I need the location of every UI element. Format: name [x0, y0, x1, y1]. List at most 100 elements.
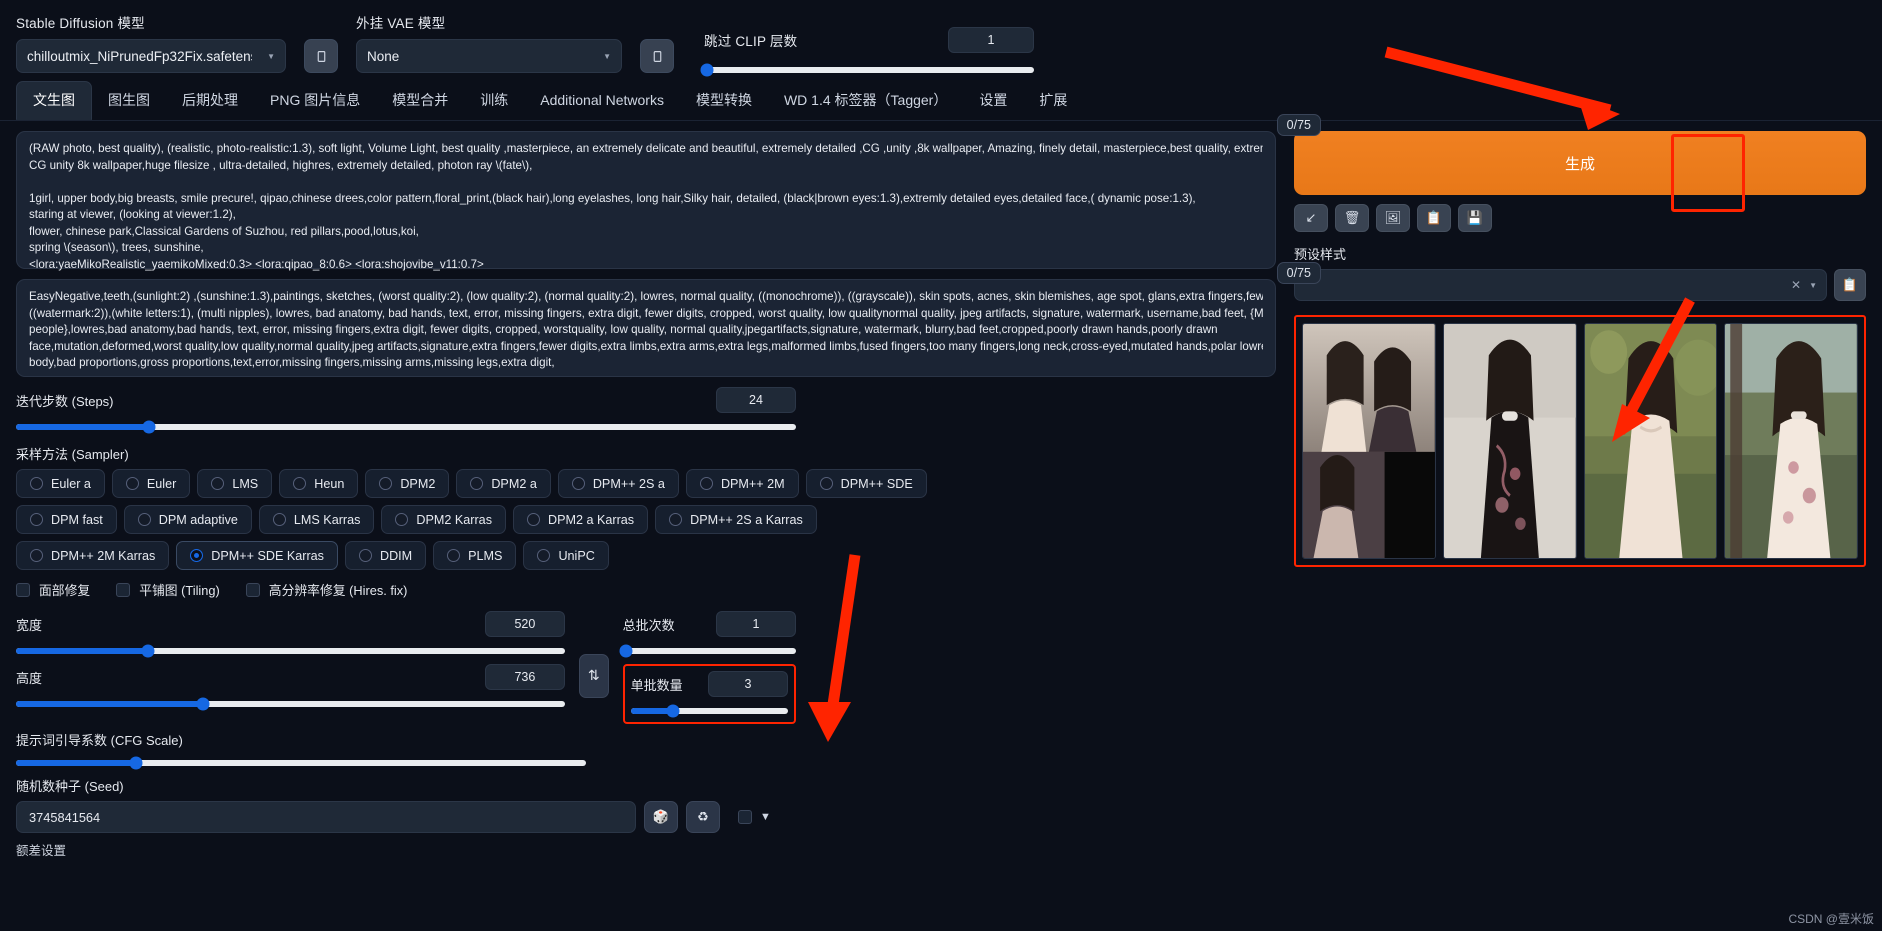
prompt-textarea[interactable]: 0/75 (RAW photo, best quality), (realist…	[16, 114, 1321, 271]
sampler-label-text: UniPC	[558, 548, 595, 563]
show-extra-networks-button[interactable]: 🖼	[1376, 204, 1410, 232]
gallery-thumb-1[interactable]	[1302, 323, 1436, 559]
sampler-ddim[interactable]: DDIM	[344, 541, 427, 570]
sampler-label-text: DPM fast	[51, 512, 103, 527]
recycle-icon: ♻	[697, 809, 709, 824]
sd-model-select[interactable]: chilloutmix_NiPrunedFp32Fix.safetensors …	[16, 39, 286, 73]
batch-size-value[interactable]: 3	[708, 671, 788, 697]
sampler-dpm-fast[interactable]: DPM fast	[16, 505, 117, 534]
gallery-thumb-3[interactable]	[1583, 323, 1718, 559]
checkbox-label: 平铺图 (Tiling)	[139, 583, 220, 598]
chevron-down-icon: ▼	[603, 51, 611, 61]
styles-select[interactable]: ✕ ▼	[1294, 269, 1827, 301]
sampler-dpm2[interactable]: DPM2	[365, 469, 450, 498]
sampler-dpmpp-2s-a[interactable]: DPM++ 2S a	[557, 469, 679, 498]
swap-dimensions-button[interactable]: ⇅	[578, 653, 609, 698]
sampler-dpmpp-sde-karras[interactable]: DPM++ SDE Karras	[176, 541, 338, 570]
gallery-thumb-2[interactable]	[1442, 323, 1577, 559]
reuse-seed-button[interactable]: ♻	[686, 801, 720, 833]
tab-img2img[interactable]: 图生图	[92, 82, 166, 119]
radio-icon	[137, 513, 151, 526]
seed-input[interactable]: 3745841564	[16, 801, 636, 833]
height-slider[interactable]	[16, 697, 565, 711]
sampler-dpmpp-sde[interactable]: DPM++ SDE	[805, 469, 927, 498]
batch-size-label: 单批数量	[630, 677, 683, 693]
sampler-dpm-adaptive[interactable]: DPM adaptive	[123, 505, 252, 534]
sampler-label-text: DPM2 Karras	[416, 512, 492, 527]
generate-button[interactable]: 生成	[1294, 131, 1866, 195]
options-checkbox-row: 面部修复 平铺图 (Tiling) 高分辨率修复 (Hires. fix)	[16, 580, 796, 599]
cfg-label: 提示词引导系数 (CFG Scale)	[16, 733, 183, 748]
negative-prompt-textarea[interactable]: 0/75 EasyNegative,teeth,(sunlight:2) ,(s…	[16, 262, 1321, 377]
chevron-down-icon: ▼	[1809, 280, 1817, 290]
steps-slider[interactable]	[16, 420, 796, 434]
radio-icon	[819, 477, 833, 490]
tab-settings[interactable]: 设置	[963, 82, 1023, 119]
right-panel: 生成 ↙ 🗑 🖼 📋 💾 预设样式 ✕ ▼ 📋	[1288, 131, 1882, 859]
batch-count-value[interactable]: 1	[716, 611, 796, 637]
apply-style-button[interactable]: 📋	[1834, 269, 1866, 301]
width-label: 宽度	[16, 617, 43, 633]
sampler-dpm2-karras[interactable]: DPM2 Karras	[381, 505, 506, 534]
refresh-vae-button[interactable]	[640, 39, 674, 73]
sampler-lms[interactable]: LMS	[197, 469, 273, 498]
checkbox-tiling[interactable]: 平铺图 (Tiling)	[116, 580, 220, 599]
sampler-lms-karras[interactable]: LMS Karras	[258, 505, 375, 534]
save-style-button[interactable]: 💾	[1458, 204, 1492, 232]
batch-count-slider[interactable]	[619, 644, 796, 658]
tab-train[interactable]: 训练	[464, 82, 524, 119]
seed-section: 随机数种子 (Seed) 3745841564 🎲 ♻ ▼ 额差设置	[16, 776, 786, 859]
checkbox-restore-faces[interactable]: 面部修复	[16, 580, 90, 599]
tab-model-converter[interactable]: 模型转换	[680, 82, 768, 119]
tab-txt2img[interactable]: 文生图	[16, 81, 92, 120]
paste-icon: 📋	[1841, 277, 1859, 292]
width-value[interactable]: 520	[484, 611, 565, 637]
sampler-dpm2-a[interactable]: DPM2 a	[456, 469, 551, 498]
clear-x-icon[interactable]: ✕	[1791, 278, 1801, 292]
paste-params-button[interactable]: 📋	[1417, 204, 1451, 232]
clear-prompt-button[interactable]: 🗑	[1335, 204, 1369, 232]
sampler-dpmpp-2m-karras[interactable]: DPM++ 2M Karras	[16, 541, 170, 570]
tab-extensions[interactable]: 扩展	[1023, 82, 1083, 119]
radio-icon	[571, 477, 585, 490]
sampler-euler-a[interactable]: Euler a	[16, 469, 105, 498]
negative-prompt-line: face,mutation,deformed,worst quality,low…	[29, 339, 1263, 353]
clip-skip-slider[interactable]	[700, 63, 1034, 77]
radio-icon	[395, 513, 409, 526]
trash-icon: 🗑	[1343, 210, 1361, 225]
sampler-dpmpp-2s-a-karras[interactable]: DPM++ 2S a Karras	[655, 505, 817, 534]
sampler-plms[interactable]: PLMS	[433, 541, 517, 570]
tab-extras[interactable]: 后期处理	[166, 82, 254, 119]
extra-seed-checkbox[interactable]	[738, 810, 752, 824]
cfg-slider[interactable]	[16, 756, 586, 770]
clip-skip-group: 跳过 CLIP 层数 1	[700, 27, 1034, 77]
sampler-euler[interactable]: Euler	[111, 469, 191, 498]
interrupt-arrow-icon-button[interactable]: ↙	[1294, 204, 1328, 232]
width-slider[interactable]	[16, 644, 565, 658]
radio-icon	[125, 477, 139, 490]
batch-size-slider[interactable]	[630, 704, 788, 718]
tab-additional-networks[interactable]: Additional Networks	[524, 84, 680, 117]
tab-png-info[interactable]: PNG 图片信息	[254, 82, 376, 119]
clip-skip-value[interactable]: 1	[948, 27, 1034, 53]
gallery-thumb-4[interactable]	[1724, 323, 1858, 559]
prompt-line: staring at viewer, (looking at viewer:1.…	[29, 208, 236, 221]
height-value[interactable]: 736	[484, 664, 565, 690]
right-toolbar: ↙ 🗑 🖼 📋 💾	[1294, 204, 1866, 232]
sampler-label-text: DDIM	[379, 548, 413, 563]
sampler-dpm2-a-karras[interactable]: DPM2 a Karras	[513, 505, 649, 534]
prompt-line: <lora:yaeMikoRealistic_yaemikoMixed:0.3>…	[29, 257, 484, 271]
sd-model-label: Stable Diffusion 模型	[16, 16, 145, 31]
watermark-text: CSDN @壹米饭	[1788, 912, 1874, 926]
sampler-heun[interactable]: Heun	[279, 469, 359, 498]
tab-checkpoint-merger[interactable]: 模型合并	[376, 82, 464, 119]
refresh-model-button[interactable]	[304, 39, 338, 73]
chevron-down-icon[interactable]: ▼	[760, 811, 771, 823]
checkbox-hires-fix[interactable]: 高分辨率修复 (Hires. fix)	[245, 580, 407, 599]
sampler-unipc[interactable]: UniPC	[523, 541, 609, 570]
tab-tagger[interactable]: WD 1.4 标签器（Tagger）	[768, 82, 963, 119]
steps-value[interactable]: 24	[716, 387, 796, 413]
random-seed-button[interactable]: 🎲	[644, 801, 678, 833]
vae-model-select[interactable]: None ▼	[356, 39, 622, 73]
sampler-dpmpp-2m[interactable]: DPM++ 2M	[685, 469, 799, 498]
